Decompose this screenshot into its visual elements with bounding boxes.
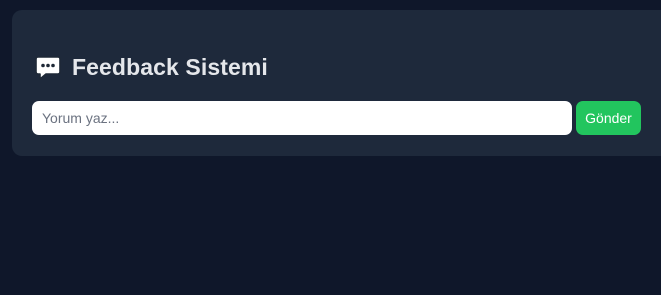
- speech-bubble-icon: [34, 53, 72, 81]
- page-title: Feedback Sistemi: [72, 53, 268, 80]
- feedback-header: Feedback Sistemi: [34, 53, 268, 81]
- send-button[interactable]: Gönder: [576, 101, 641, 135]
- comment-input[interactable]: [32, 101, 572, 135]
- feedback-card: Feedback Sistemi Gönder: [12, 10, 661, 156]
